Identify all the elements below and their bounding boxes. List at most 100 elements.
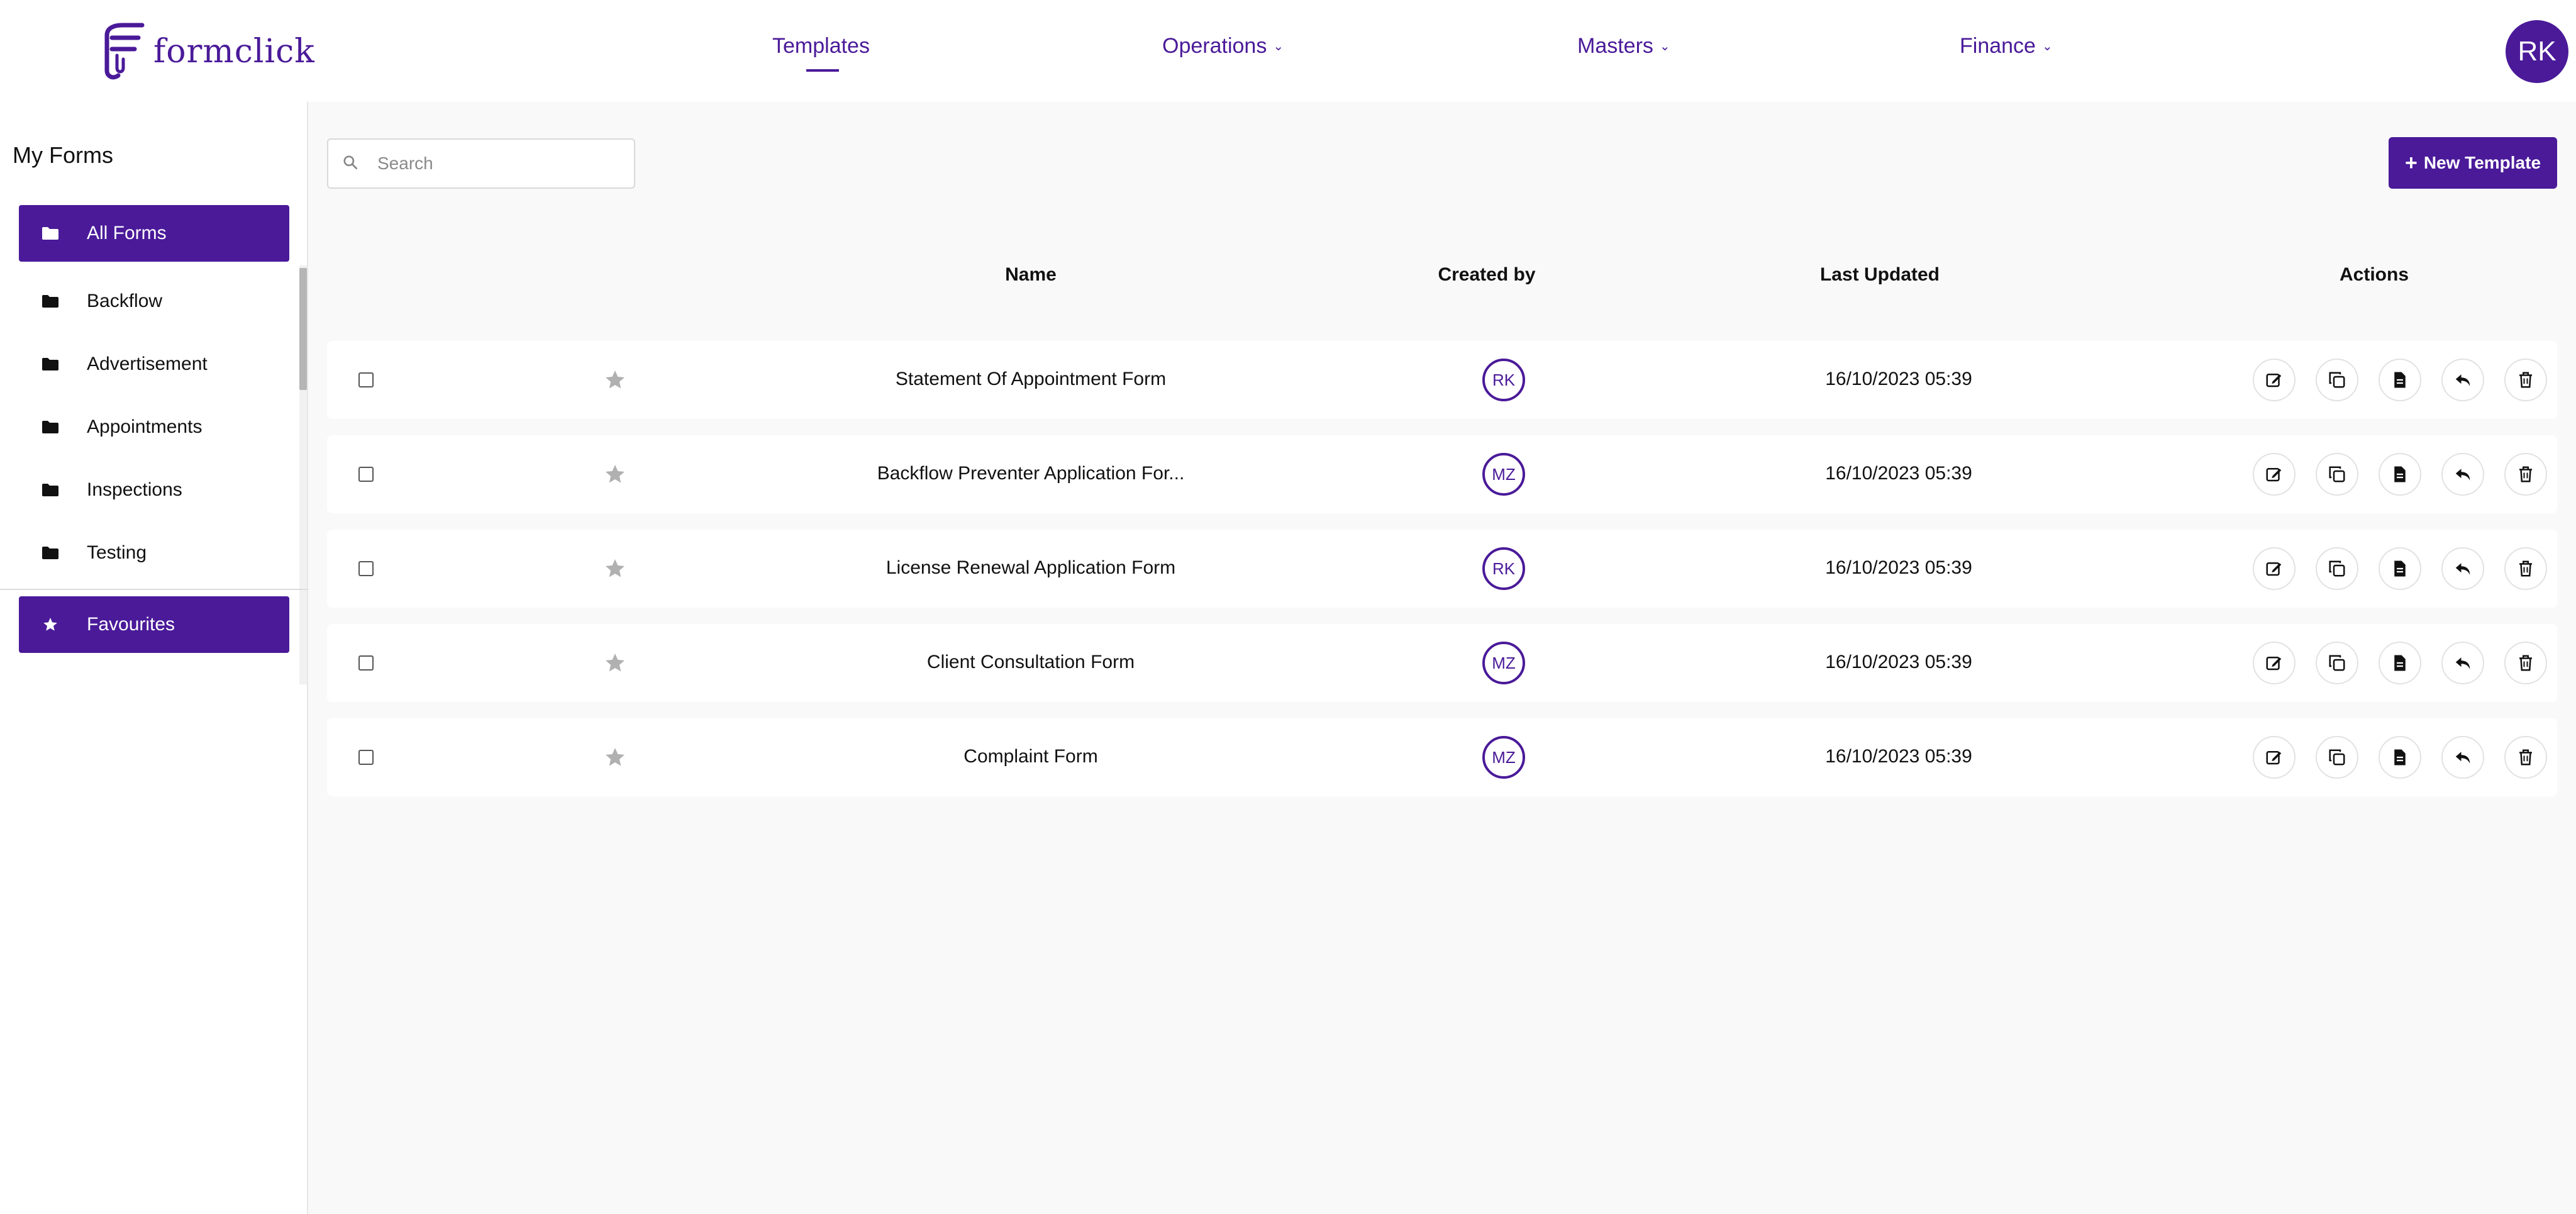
- creator-avatar: RK: [1482, 547, 1525, 590]
- creator-avatar: RK: [1482, 359, 1525, 401]
- sidebar-title: My Forms: [13, 142, 113, 168]
- sidebar-item-label: Backflow: [87, 291, 163, 311]
- logo[interactable]: formclick: [94, 21, 315, 82]
- copy-icon: [2329, 372, 2345, 388]
- column-header-name[interactable]: Name: [1005, 264, 1057, 286]
- edit-button[interactable]: [2253, 736, 2296, 779]
- nav-finance-label: Finance: [1960, 34, 2036, 58]
- duplicate-button[interactable]: [2316, 453, 2358, 496]
- share-button[interactable]: [2441, 547, 2484, 590]
- view-document-button[interactable]: [2379, 736, 2421, 779]
- edit-button[interactable]: [2253, 547, 2296, 590]
- form-name[interactable]: Complaint Form: [963, 746, 1097, 767]
- user-avatar[interactable]: RK: [2506, 20, 2568, 83]
- sidebar-scrollbar-thumb[interactable]: [299, 268, 307, 390]
- form-name[interactable]: Statement Of Appointment Form: [896, 369, 1166, 390]
- nav-masters[interactable]: Masters ⌄: [1577, 34, 1670, 58]
- table-row[interactable]: Backflow Preventer Application For... MZ…: [327, 435, 2557, 513]
- duplicate-button[interactable]: [2316, 547, 2358, 590]
- folder-icon: [42, 226, 59, 241]
- share-button[interactable]: [2441, 453, 2484, 496]
- search-box[interactable]: [327, 138, 635, 189]
- new-template-label: New Template: [2423, 153, 2541, 172]
- table-row[interactable]: Statement Of Appointment Form RK 16/10/2…: [327, 341, 2557, 419]
- nav-finance[interactable]: Finance ⌄: [1960, 34, 2053, 58]
- chevron-down-icon: ⌄: [2041, 40, 2053, 53]
- sidebar-item-favourites[interactable]: Favourites: [19, 596, 289, 653]
- favourite-star-icon[interactable]: [604, 463, 626, 486]
- last-updated: 16/10/2023 05:39: [1825, 746, 1972, 767]
- favourite-star-icon[interactable]: [604, 369, 626, 391]
- delete-button[interactable]: [2504, 642, 2547, 684]
- row-checkbox[interactable]: [358, 750, 374, 765]
- view-document-button[interactable]: [2379, 547, 2421, 590]
- column-header-last-updated[interactable]: Last Updated: [1820, 264, 1940, 286]
- edit-icon: [2266, 374, 2282, 387]
- last-updated: 16/10/2023 05:39: [1825, 463, 1972, 484]
- row-checkbox[interactable]: [358, 467, 374, 482]
- duplicate-button[interactable]: [2316, 359, 2358, 401]
- duplicate-button[interactable]: [2316, 642, 2358, 684]
- main-content: + New Template Name Created by Last Upda…: [308, 102, 2576, 1214]
- share-button[interactable]: [2441, 642, 2484, 684]
- favourite-star-icon[interactable]: [604, 746, 626, 769]
- sidebar-item-inspections[interactable]: Inspections: [19, 462, 289, 518]
- new-template-button[interactable]: + New Template: [2389, 137, 2557, 189]
- view-document-button[interactable]: [2379, 453, 2421, 496]
- trash-icon: [2519, 372, 2532, 388]
- row-checkbox[interactable]: [358, 372, 374, 387]
- folder-icon: [42, 482, 59, 498]
- sidebar-item-advertisement[interactable]: Advertisement: [19, 336, 289, 393]
- edit-button[interactable]: [2253, 453, 2296, 496]
- trash-icon: [2519, 560, 2532, 577]
- folder-icon: [42, 545, 59, 560]
- document-icon: [2394, 560, 2406, 577]
- document-icon: [2394, 372, 2406, 388]
- trash-icon: [2519, 749, 2532, 766]
- row-checkbox[interactable]: [358, 655, 374, 671]
- favourite-star-icon[interactable]: [604, 557, 626, 580]
- sidebar-divider: [0, 589, 308, 590]
- favourite-star-icon[interactable]: [604, 652, 626, 674]
- share-button[interactable]: [2441, 359, 2484, 401]
- sidebar-item-appointments[interactable]: Appointments: [19, 399, 289, 455]
- table-row[interactable]: License Renewal Application Form RK 16/1…: [327, 530, 2557, 608]
- sidebar-item-all-forms[interactable]: All Forms: [19, 205, 289, 262]
- delete-button[interactable]: [2504, 736, 2547, 779]
- delete-button[interactable]: [2504, 453, 2547, 496]
- copy-icon: [2329, 466, 2345, 482]
- sidebar-item-backflow[interactable]: Backflow: [19, 273, 289, 330]
- row-checkbox[interactable]: [358, 561, 374, 576]
- form-name[interactable]: Client Consultation Form: [927, 652, 1135, 673]
- document-icon: [2394, 749, 2406, 766]
- table-row[interactable]: Client Consultation Form MZ 16/10/2023 0…: [327, 624, 2557, 702]
- document-icon: [2394, 466, 2406, 482]
- reply-icon: [2455, 374, 2470, 386]
- column-header-created-by[interactable]: Created by: [1438, 264, 1535, 286]
- nav-operations-label: Operations: [1162, 34, 1267, 58]
- nav-templates[interactable]: Templates: [772, 34, 870, 58]
- nav-templates-label: Templates: [772, 34, 870, 58]
- nav-operations[interactable]: Operations ⌄: [1162, 34, 1284, 58]
- folder-icon: [42, 294, 59, 309]
- sidebar-item-label: Inspections: [87, 479, 182, 500]
- share-button[interactable]: [2441, 736, 2484, 779]
- copy-icon: [2329, 749, 2345, 766]
- form-name[interactable]: Backflow Preventer Application For...: [877, 463, 1185, 484]
- duplicate-button[interactable]: [2316, 736, 2358, 779]
- form-name[interactable]: License Renewal Application Form: [886, 557, 1175, 579]
- reply-icon: [2455, 752, 2470, 764]
- sidebar: My Forms All Forms Backflow Advertisemen…: [0, 102, 308, 1214]
- edit-button[interactable]: [2253, 359, 2296, 401]
- view-document-button[interactable]: [2379, 359, 2421, 401]
- edit-icon: [2266, 468, 2282, 482]
- delete-button[interactable]: [2504, 547, 2547, 590]
- sidebar-item-testing[interactable]: Testing: [19, 525, 289, 581]
- copy-icon: [2329, 560, 2345, 577]
- search-input[interactable]: [377, 153, 616, 174]
- view-document-button[interactable]: [2379, 642, 2421, 684]
- delete-button[interactable]: [2504, 359, 2547, 401]
- reply-icon: [2455, 657, 2470, 669]
- edit-button[interactable]: [2253, 642, 2296, 684]
- table-row[interactable]: Complaint Form MZ 16/10/2023 05:39: [327, 718, 2557, 796]
